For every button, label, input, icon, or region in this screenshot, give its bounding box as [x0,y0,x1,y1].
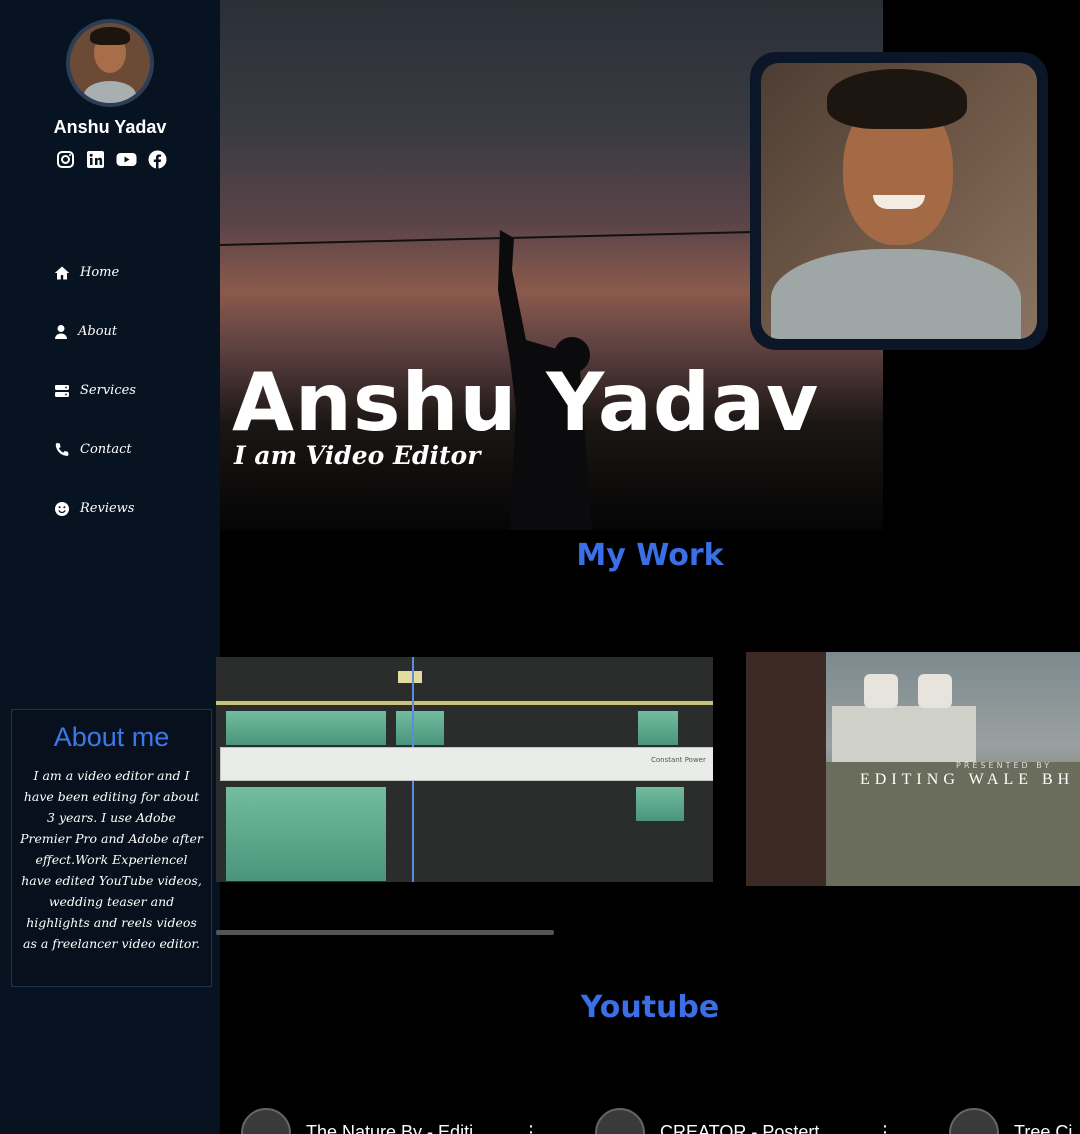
home-icon [54,265,70,281]
hero-subtitle: I am Video Editor [234,441,481,470]
my-work-title: My Work [576,538,724,573]
youtube-card[interactable]: The Nature By - Editi ⋮ [216,1100,566,1134]
nav-label: Contact [80,442,132,457]
nav-label: Reviews [80,501,135,516]
profile-portrait [750,52,1048,350]
avatar[interactable] [66,19,154,107]
channel-avatar [949,1108,999,1134]
nav-item-contact[interactable]: Contact [54,420,136,479]
more-options-icon[interactable]: ⋮ [876,1122,894,1134]
facebook-icon[interactable] [148,150,167,169]
youtube-icon[interactable] [116,150,137,169]
linkedin-icon[interactable] [86,150,105,169]
instagram-icon[interactable] [56,150,75,169]
nav-label: About [78,324,118,339]
timeline-lane: Constant Power [220,747,713,781]
nav-label: Services [80,383,136,398]
sidebar-nav: Home About Services Contact Reviews [54,243,136,538]
about-text: I am a video editor and I have been edit… [20,768,203,951]
about-me-panel: About me I am a video editor and I have … [11,709,212,987]
channel-avatar [595,1108,645,1134]
user-icon [54,324,68,340]
nav-item-reviews[interactable]: Reviews [54,479,136,538]
nav-item-home[interactable]: Home [54,243,136,302]
video-presented-by: PRESENTED BY [956,761,1053,770]
work-video-1[interactable]: Constant Power [216,657,713,882]
youtube-card-title: CREATOR - Postert [660,1122,820,1134]
nav-item-services[interactable]: Services [54,361,136,420]
work-scrollbar[interactable] [216,930,554,935]
hero-title: Anshu Yadav [232,356,820,449]
social-links [56,150,167,169]
about-title: About me [53,722,170,752]
channel-avatar [241,1108,291,1134]
server-icon [54,383,70,399]
phone-icon [54,442,70,458]
nav-label: Home [80,265,120,280]
sidebar-name: Anshu Yadav [53,117,167,137]
smile-icon [54,501,70,517]
youtube-card-title: Tree Ci [1014,1122,1073,1134]
youtube-title: Youtube [580,990,720,1025]
more-options-icon[interactable]: ⋮ [522,1122,540,1134]
video-caption: EDITING WALE BH [860,771,1075,788]
youtube-card[interactable]: Tree Ci [924,1100,1080,1134]
youtube-card[interactable]: CREATOR - Postert ⋮ [570,1100,920,1134]
work-video-2[interactable]: PRESENTED BY EDITING WALE BH [746,652,1080,886]
nav-item-about[interactable]: About [54,302,136,361]
clip-label: Constant Power [651,756,706,764]
youtube-card-title: The Nature By - Editi [306,1122,474,1134]
